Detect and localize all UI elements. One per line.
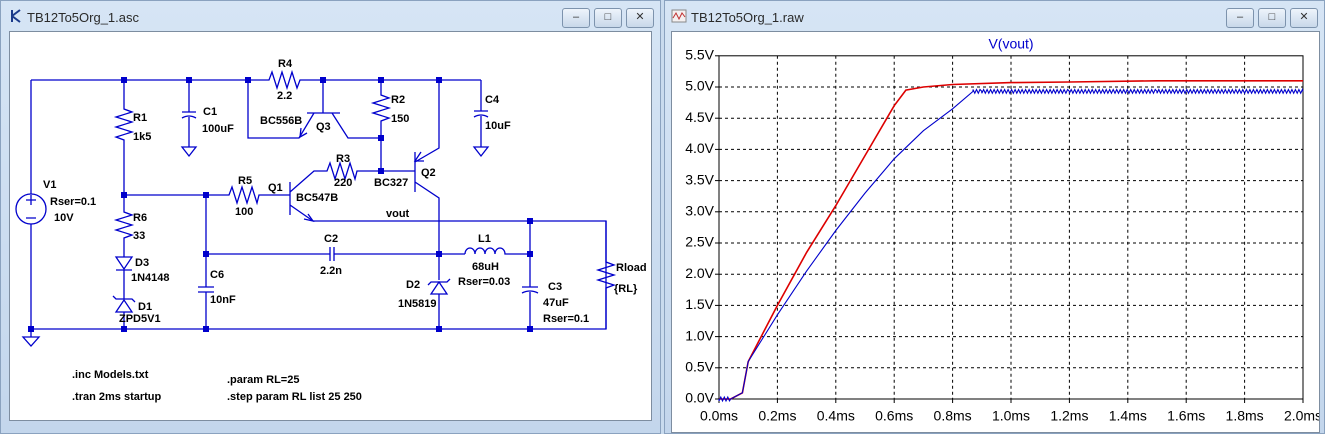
y-tick-label: 0.5V: [685, 359, 714, 375]
spice-directive-param[interactable]: .param RL=25: [227, 374, 299, 386]
plot-pane[interactable]: V(vout) 0.0ms 0.2ms 0.4ms 0.6ms 0.8ms 1.0ms 1.…: [671, 31, 1320, 433]
waveform-plot[interactable]: V(vout) 0.0ms 0.2ms 0.4ms 0.6ms 0.8ms 1.0ms 1.…: [672, 32, 1320, 433]
component-labels: R1 1k5 C1 100uF R4 2.2 BC556B Q3 R2 150 …: [43, 58, 647, 325]
y-tick-label: 0.0V: [685, 390, 714, 406]
label: 2.2: [277, 90, 292, 102]
label: 2.2n: [320, 265, 342, 277]
label: ZPD5V1: [119, 313, 161, 325]
transistor-app-icon: [11, 9, 21, 23]
close-button[interactable]: ✕: [626, 8, 654, 28]
y-tick-label: 2.0V: [685, 265, 714, 281]
x-tick-label: 0.6ms: [875, 408, 913, 424]
label: {RL}: [614, 283, 638, 295]
label: C1: [203, 106, 217, 118]
label: R5: [238, 175, 252, 187]
d3-diode: [114, 256, 134, 271]
label: 1N5819: [398, 298, 437, 310]
r4-resistor: [248, 69, 323, 91]
label: C3: [548, 281, 562, 293]
x-tick-label: 1.8ms: [1226, 408, 1264, 424]
x-tick-label: 0.8ms: [934, 408, 972, 424]
label: R1: [133, 112, 147, 124]
waveform-window: TB12To5Org_1.raw – □ ✕ V(vout) 0.0ms 0.2m…: [664, 0, 1325, 434]
label: 100: [235, 206, 253, 218]
y-tick-label: 4.0V: [685, 140, 714, 156]
label: 1k5: [133, 131, 151, 143]
label: BC556B: [260, 115, 302, 127]
x-tick-label: 0.2ms: [758, 408, 796, 424]
y-tick-label: 1.0V: [685, 327, 714, 343]
x-tick-label: 0.0ms: [700, 408, 738, 424]
maximize-button[interactable]: □: [1258, 8, 1286, 28]
label: 10nF: [210, 294, 236, 306]
label: C4: [485, 94, 500, 106]
label: 1N4148: [131, 272, 170, 284]
plot-frame: [718, 55, 1304, 400]
label: Rser=0.03: [458, 276, 510, 288]
schematic-titlebar[interactable]: TB12To5Org_1.asc – □ ✕: [1, 1, 660, 31]
label: BC327: [374, 177, 408, 189]
wires: [15, 69, 617, 347]
spice-directive-inc[interactable]: .inc Models.txt: [72, 369, 149, 381]
label: 68uH: [472, 261, 499, 273]
label: 220: [334, 177, 352, 189]
minimize-button[interactable]: –: [1226, 8, 1254, 28]
schematic-window: TB12To5Org_1.asc – □ ✕ R1 1k5 C1 100uF R…: [0, 0, 661, 434]
label: 10uF: [485, 120, 511, 132]
label: 47uF: [543, 297, 569, 309]
label: Rser=0.1: [543, 313, 589, 325]
x-tick-label: 0.4ms: [817, 408, 855, 424]
spice-directive-tran[interactable]: .tran 2ms startup: [72, 391, 162, 403]
spice-directive-step[interactable]: .step param RL list 25 250: [227, 391, 362, 403]
label: R3: [336, 153, 350, 165]
label: L1: [478, 233, 491, 245]
label: V1: [43, 179, 56, 191]
maximize-button[interactable]: □: [594, 8, 622, 28]
label: R2: [391, 94, 405, 106]
y-tick-label: 5.5V: [685, 47, 714, 63]
waveform-title: TB12To5Org_1.raw: [691, 10, 804, 25]
label: D3: [135, 257, 149, 269]
label: 150: [391, 113, 409, 125]
label: 33: [133, 230, 145, 242]
y-tick-label: 2.5V: [685, 234, 714, 250]
close-button[interactable]: ✕: [1290, 8, 1318, 28]
trace-title-vout[interactable]: V(vout): [988, 36, 1033, 52]
label: 100uF: [202, 123, 234, 135]
schematic-drawing[interactable]: R1 1k5 C1 100uF R4 2.2 BC556B Q3 R2 150 …: [10, 32, 652, 421]
x-tick-label: 2.0ms: [1284, 408, 1320, 424]
minimize-button[interactable]: –: [562, 8, 590, 28]
x-tick-label: 1.0ms: [992, 408, 1030, 424]
label: Q2: [421, 167, 436, 179]
label: BC547B: [296, 192, 338, 204]
y-tick-label: 4.5V: [685, 109, 714, 125]
x-tick-label: 1.4ms: [1109, 408, 1147, 424]
schematic-canvas[interactable]: R1 1k5 C1 100uF R4 2.2 BC556B Q3 R2 150 …: [9, 31, 652, 421]
y-tick-label: 1.5V: [685, 296, 714, 312]
schematic-title: TB12To5Org_1.asc: [27, 10, 140, 25]
label: D2: [406, 279, 420, 291]
y-tick-label: 5.0V: [685, 78, 714, 94]
y-tick-label: 3.5V: [685, 171, 714, 187]
x-tick-label: 1.2ms: [1050, 408, 1088, 424]
label: Rload: [616, 262, 647, 274]
y-tick-label: 3.0V: [685, 203, 714, 219]
label: Rser=0.1: [50, 196, 96, 208]
label: R6: [133, 212, 147, 224]
l1-inductor: [464, 247, 530, 255]
label: D1: [138, 301, 152, 313]
label: C6: [210, 269, 224, 281]
label: Q1: [268, 182, 283, 194]
label: 10V: [54, 212, 74, 224]
label: Q3: [316, 121, 331, 133]
label: C2: [324, 233, 338, 245]
label: R4: [278, 58, 293, 70]
net-label-vout: vout: [386, 208, 410, 220]
waveform-app-icon: [671, 9, 687, 23]
waveform-titlebar[interactable]: TB12To5Org_1.raw – □ ✕: [665, 1, 1324, 31]
x-tick-label: 1.6ms: [1167, 408, 1205, 424]
d1-zener: [112, 295, 136, 313]
